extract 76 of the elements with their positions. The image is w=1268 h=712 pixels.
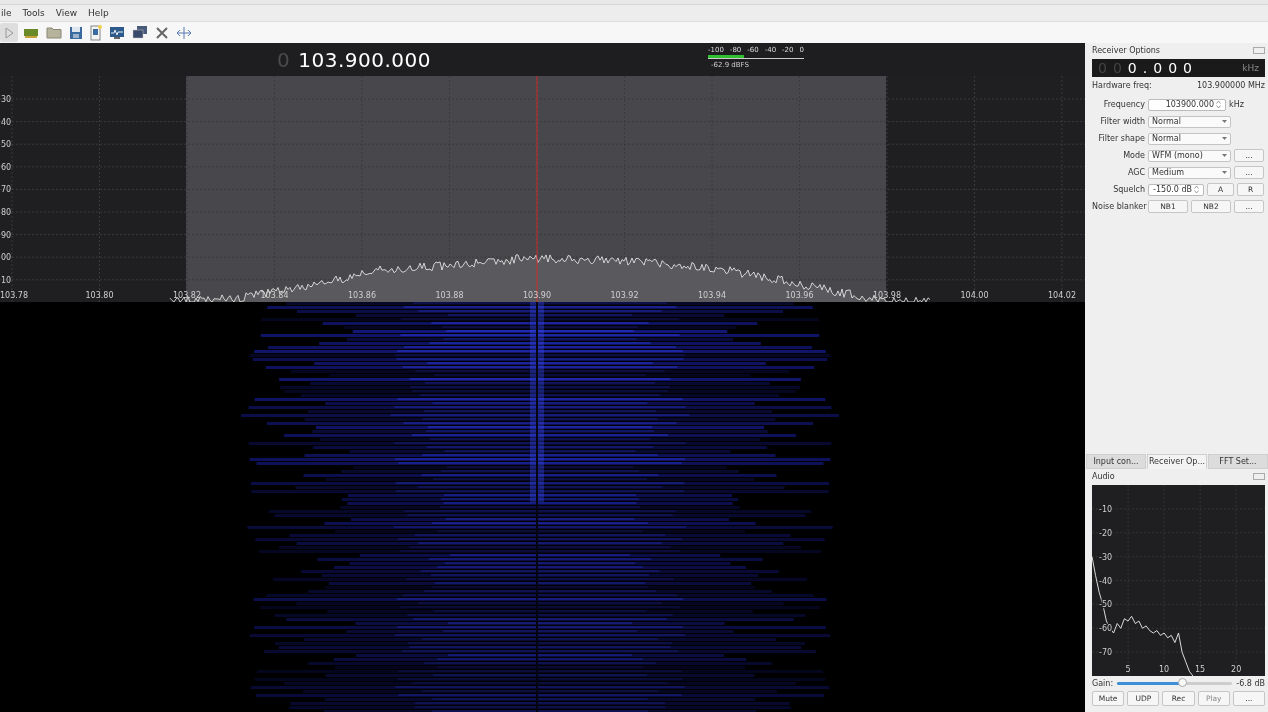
axis-label: 103.92 xyxy=(610,291,639,300)
menu-item[interactable]: ile xyxy=(0,8,13,18)
frequency-display[interactable]: 103.900.000 xyxy=(298,48,431,72)
field-label: Filter shape xyxy=(1097,134,1145,143)
spin-field[interactable]: 103900.000 xyxy=(1148,98,1226,111)
axis-label: 20 xyxy=(1231,665,1242,674)
menu-item[interactable]: View xyxy=(54,8,79,18)
axis-label: 104.00 xyxy=(960,291,989,300)
axis-label: -30 xyxy=(1099,552,1113,562)
dock-buttons-icon[interactable] xyxy=(1253,47,1265,54)
axis-label: 80 xyxy=(1,208,12,217)
axis-label: -70 xyxy=(1099,648,1113,658)
display-digit[interactable]: . xyxy=(1142,60,1148,76)
axis-label: 103.96 xyxy=(785,291,814,300)
unit-label: kHz xyxy=(1242,63,1259,73)
axis-label: -50 xyxy=(1099,600,1113,610)
axis-label: 103.86 xyxy=(348,291,376,300)
computers-icon[interactable] xyxy=(130,23,150,42)
axis-label: 5 xyxy=(1125,665,1131,674)
dropdown[interactable]: Medium xyxy=(1148,166,1231,179)
axis-label: 60 xyxy=(1,162,12,172)
field-label: Mode xyxy=(1122,151,1145,160)
tab[interactable]: Receiver Op... xyxy=(1147,454,1207,469)
axis-label: 103.78 xyxy=(0,291,28,300)
caret-icon xyxy=(1222,171,1227,174)
tab[interactable]: FFT Set... xyxy=(1208,454,1268,469)
panel-title: Audio xyxy=(1092,472,1115,481)
field-label: Noise blanker xyxy=(1092,202,1145,211)
dock-buttons-icon[interactable] xyxy=(1253,473,1265,480)
gain-label: Gain: xyxy=(1092,678,1114,688)
axis-label: 103.94 xyxy=(698,291,726,300)
spin-field[interactable]: -150.0 dB xyxy=(1148,183,1204,196)
spin-arrows-icon[interactable] xyxy=(1194,185,1201,194)
caret-icon xyxy=(1222,120,1227,123)
axis-label: 00 xyxy=(1,253,12,263)
field-label: Squelch xyxy=(1112,185,1145,194)
axis-label: -40 xyxy=(1099,576,1113,586)
dropdown[interactable]: WFM (mono) xyxy=(1148,149,1231,162)
axis-label: 70 xyxy=(1,185,12,195)
caret-icon xyxy=(1222,154,1227,157)
axis-label: 103.90 xyxy=(523,291,551,300)
panel-title: Receiver Options xyxy=(1092,46,1161,55)
display-digit[interactable]: 0 xyxy=(1127,60,1137,76)
display-digit[interactable]: 0 xyxy=(1153,60,1163,76)
axis-label: 10 xyxy=(1159,665,1170,674)
axis-label: 50 xyxy=(1,140,12,150)
spin-arrows-icon[interactable] xyxy=(1216,100,1223,109)
axis-label: 15 xyxy=(1195,665,1206,674)
axis-label: 30 xyxy=(1,95,12,104)
field-label: AGC xyxy=(1126,168,1145,177)
document-icon[interactable] xyxy=(88,23,104,42)
dropdown[interactable]: Normal xyxy=(1148,132,1231,145)
axis-label: -10 xyxy=(1099,504,1113,514)
axis-label: 104.02 xyxy=(1048,291,1076,300)
axis-label: 103.80 xyxy=(85,291,114,300)
axis-label: 10 xyxy=(1,275,12,285)
field-label: Filter width xyxy=(1099,117,1145,126)
tab[interactable]: Input con... xyxy=(1086,454,1146,469)
axis-label: 103.82 xyxy=(173,291,201,300)
dropdown[interactable]: Normal xyxy=(1148,115,1231,128)
display-digit[interactable]: 0 xyxy=(1168,60,1178,76)
hardware-freq-value: 103.900000 MHz xyxy=(1197,81,1265,90)
gain-reading: -6.8 dB xyxy=(1236,678,1265,688)
unit-label: kHz xyxy=(1229,100,1244,109)
axis-label: 40 xyxy=(1,117,12,127)
slider-handle[interactable] xyxy=(1177,677,1187,687)
menu-item[interactable]: Help xyxy=(87,8,110,18)
axis-label: -20 xyxy=(1099,528,1113,538)
axis-label: 90 xyxy=(1,230,12,240)
field-label: Frequency xyxy=(1102,100,1145,109)
axis-label: 103.98 xyxy=(873,291,901,300)
hardware-freq-label: Hardware freq: xyxy=(1092,81,1152,90)
display-digit[interactable]: 0 xyxy=(1183,60,1192,76)
caret-icon xyxy=(1222,137,1227,140)
axis-label: 103.88 xyxy=(435,291,464,300)
menu-item[interactable]: Tools xyxy=(21,8,46,18)
